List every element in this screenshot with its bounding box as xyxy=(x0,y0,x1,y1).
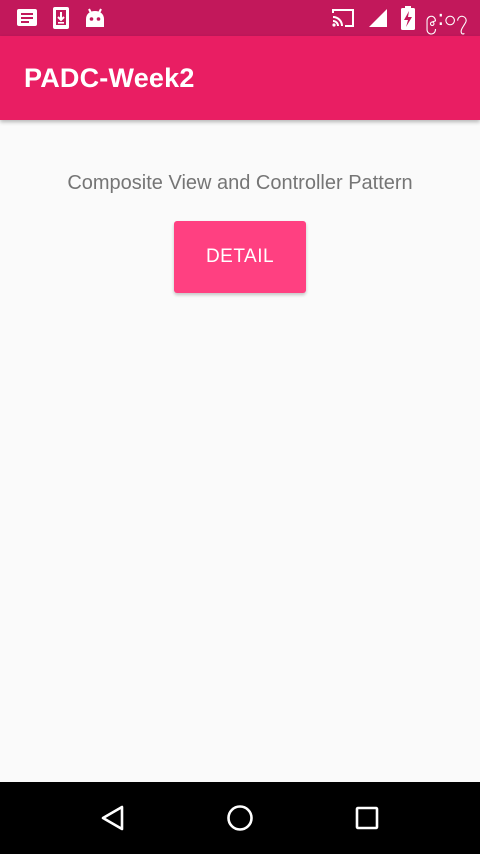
navigation-bar xyxy=(0,782,480,854)
nav-recents-button[interactable] xyxy=(337,788,397,848)
status-notifications xyxy=(16,6,120,30)
app-bar: PADC-Week2 xyxy=(0,36,480,120)
message-notification-icon xyxy=(16,7,38,29)
recents-icon xyxy=(355,806,378,830)
app-title: PADC-Week2 xyxy=(24,62,195,93)
battery-charging-icon xyxy=(401,6,416,30)
detail-button[interactable]: DETAIL xyxy=(174,221,306,293)
main-content: Composite View and Controller Pattern DE… xyxy=(0,120,480,782)
app-screen: ၉:၀၇ PADC-Week2 Composite View and Contr… xyxy=(0,0,480,854)
status-system-icons: ၉:၀၇ xyxy=(319,0,468,36)
download-notification-icon xyxy=(52,6,70,30)
home-icon xyxy=(227,805,253,831)
nav-back-button[interactable] xyxy=(83,788,143,848)
cell-signal-icon xyxy=(367,7,389,29)
pattern-subtitle: Composite View and Controller Pattern xyxy=(67,172,413,194)
status-time: ၉:၀၇ xyxy=(425,6,468,30)
back-icon xyxy=(102,805,124,831)
cast-icon xyxy=(331,7,355,29)
android-debug-icon xyxy=(84,7,106,29)
nav-home-button[interactable] xyxy=(210,788,270,848)
status-bar: ၉:၀၇ xyxy=(0,0,480,36)
